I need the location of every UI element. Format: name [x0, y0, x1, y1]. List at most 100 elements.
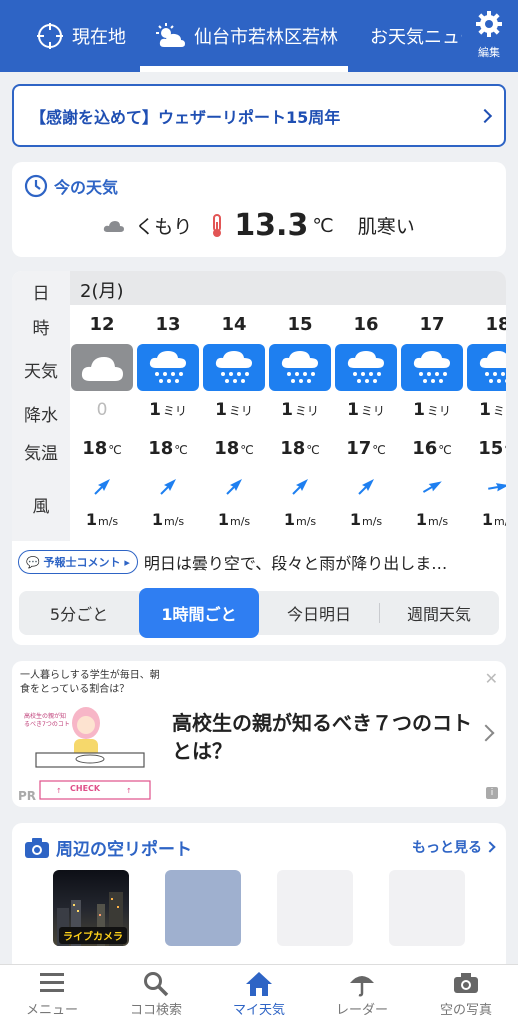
wind-speed: 1m/s — [70, 510, 134, 529]
tab-today-tomorrow[interactable]: 今日明日 — [259, 591, 379, 635]
current-weather-row: くもり 13.3 ℃ 肌寒い — [12, 208, 506, 243]
precip-amount: 1 — [281, 400, 293, 420]
nav-sky-photos[interactable]: 空の写真 — [414, 965, 518, 1024]
precip-amount: 1 — [215, 400, 227, 420]
temp-unit: ℃ — [306, 443, 320, 457]
nav-my-weather-label: マイ天気 — [232, 1003, 285, 1018]
anniversary-banner[interactable]: 【感謝を込めて】ウェザーリポート15周年 — [12, 84, 506, 147]
chevron-right-icon — [477, 108, 493, 123]
forecaster-comment-badge: 💬 予報士コメント ▸ — [18, 550, 138, 574]
nav-search[interactable]: ココ検索 — [104, 965, 208, 1024]
wind-speed-amount: 1 — [151, 510, 163, 529]
see-more-link[interactable]: もっと見る — [412, 837, 496, 857]
precip-value: 0 — [70, 400, 134, 420]
nav-my-weather[interactable]: マイ天気 — [207, 965, 311, 1024]
sky-report-card: 周辺の空リポート もっと見る ライブカメラ — [12, 823, 506, 973]
camera-icon — [414, 965, 518, 997]
radar-umbrella-icon — [310, 965, 414, 997]
wind-direction-arrow-icon — [136, 477, 200, 497]
ad-question: 一人暮らしする学生が毎日、朝食をとっている割合は？ — [20, 670, 160, 695]
current-location-label: 現在地 — [72, 27, 126, 48]
forecaster-comment-label: 予報士コメント — [43, 556, 121, 569]
edit-button[interactable]: 編集 — [474, 10, 504, 62]
temp-value: 18℃ — [70, 438, 134, 459]
close-icon[interactable]: ✕ — [485, 669, 498, 688]
sky-photo-thumbnail[interactable] — [165, 870, 241, 946]
current-temperature: 13.3 — [234, 208, 309, 243]
banner-text: 【感謝を込めて】ウェザーリポート15周年 — [30, 107, 341, 127]
precip-amount: 1 — [413, 400, 425, 420]
label-temp: 気温 — [24, 444, 58, 464]
hour-label: 16 — [353, 314, 379, 335]
info-icon[interactable]: i — [486, 787, 498, 799]
temp-amount: 18 — [82, 438, 108, 459]
precip-value: 1ミリ — [400, 400, 464, 420]
hour-column: 13 1 ミリ 18℃ 1m/s — [136, 271, 200, 541]
label-precip: 降水 — [24, 406, 58, 426]
see-more-label: もっと見る — [412, 840, 482, 856]
tab-weekly[interactable]: 週間天気 — [379, 591, 499, 635]
hour-column: 17 1 ミリ 16℃ 1 m/s — [400, 271, 464, 541]
sky-photo-thumbnail[interactable]: ライブカメラ — [53, 870, 129, 946]
caret-right-icon: ▸ — [124, 556, 130, 569]
gear-icon — [476, 11, 502, 37]
temp-unit: ℃ — [438, 443, 452, 457]
forecaster-comment[interactable]: 💬 予報士コメント ▸ 明日は曇り空で、段々と雨が降り出しま… — [18, 547, 496, 577]
temp-unit: ℃ — [174, 443, 188, 457]
wind-speed-unit: m/s — [361, 515, 383, 528]
precip-value: 1ミリ — [268, 400, 332, 420]
temp-value: 15℃ — [466, 438, 506, 459]
rain-icon — [401, 344, 463, 391]
temp-amount: 17 — [346, 438, 372, 459]
precip-value: 1ミリ — [466, 400, 506, 420]
sky-photo-thumbnail[interactable] — [389, 870, 465, 946]
nav-menu[interactable]: メニュー — [0, 965, 104, 1024]
wind-speed-amount: 1 — [217, 510, 229, 529]
precip-unit: ミリ — [360, 404, 385, 418]
wind-speed: 1m/s — [136, 510, 200, 529]
hour-label: 17 — [419, 314, 445, 335]
news-tab[interactable]: お天気ニュース — [362, 0, 462, 72]
wind-direction-arrow-icon — [202, 477, 266, 497]
precip-unit: ミリ — [492, 404, 506, 418]
precip-value: 1ミリ — [334, 400, 398, 420]
current-weather-title: 今の天気 — [54, 178, 119, 197]
hour-column: 15 1 ミリ 18℃ 1m/s — [268, 271, 332, 541]
wind-direction-arrow-icon — [466, 477, 506, 497]
sky-report-title: 周辺の空リポート — [56, 840, 192, 860]
temp-value: 17℃ — [334, 438, 398, 459]
tab-hourly[interactable]: 1時間ごと — [139, 588, 259, 638]
wind-speed-unit: m/s — [493, 515, 506, 528]
row-labels: 日 時 天気 降水 気温 風 — [12, 271, 70, 541]
precip-unit: ミリ — [228, 404, 253, 418]
nav-radar[interactable]: レーダー — [310, 965, 414, 1024]
hourly-grid[interactable]: 12 0 18℃ 1m/s 13 1 ミリ 18℃ 1m/s 14 1 ミリ 18℃ 1m/s 15 1 ミリ 1… — [70, 271, 506, 541]
edit-label: 編集 — [478, 46, 500, 59]
ad-check-label: CHECK — [70, 784, 101, 793]
wind-speed: 1m/s — [268, 510, 332, 529]
city-tab[interactable]: 仙台市若林区若林 — [156, 0, 346, 72]
bottom-navigation: メニュー ココ検索 マイ天気 レーダー 空の写真 — [0, 964, 518, 1024]
sun-cloud-icon — [156, 23, 185, 47]
sky-photo-thumbnail[interactable] — [277, 870, 353, 946]
temp-amount: 18 — [214, 438, 240, 459]
ad-card[interactable]: ↑ ↑ 一人暮らしする学生が毎日、朝食をとっている割合は？ 高校生の親が知るべき… — [12, 661, 506, 807]
live-camera-badge: ライブカメラ — [59, 927, 127, 944]
chevron-right-icon — [477, 724, 495, 742]
current-location-tab[interactable]: 現在地 — [36, 0, 126, 72]
precip-value: 1ミリ — [202, 400, 266, 420]
nav-search-label: ココ検索 — [129, 1003, 182, 1018]
tab-5min[interactable]: 5分ごと — [19, 591, 139, 635]
hour-column: 14 1 ミリ 18℃ 1m/s — [202, 271, 266, 541]
top-bar: 現在地 仙台市若林区若林 お天気ニュース — [0, 0, 518, 72]
news-label: お天気ニュース — [370, 27, 462, 48]
temp-amount: 16 — [412, 438, 438, 459]
wind-speed-unit: m/s — [427, 515, 449, 528]
current-weather-card[interactable]: 今の天気 くもり 13.3 ℃ 肌寒い — [12, 162, 506, 257]
temp-unit: ℃ — [240, 443, 254, 457]
svg-text:↑: ↑ — [126, 787, 132, 795]
precip-amount: 1 — [149, 400, 161, 420]
rain-icon — [269, 344, 331, 391]
current-weather-heading: 今の天気 — [24, 174, 118, 198]
wind-speed-unit: m/s — [295, 515, 317, 528]
